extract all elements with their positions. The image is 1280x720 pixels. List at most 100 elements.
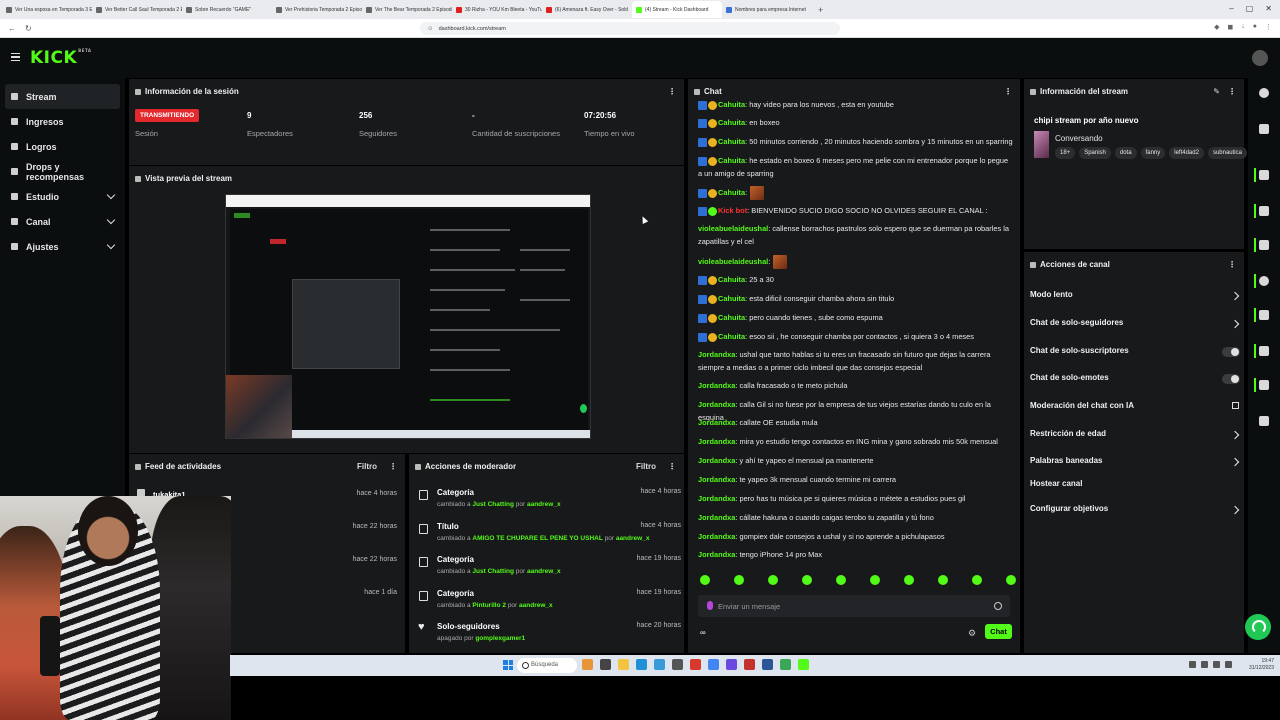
support-chat-button[interactable] <box>1245 614 1271 640</box>
sidebar-item-stream[interactable]: Stream <box>5 84 120 109</box>
chat-message-list[interactable]: Cahuita: hay video para los nuevos , est… <box>698 99 1014 559</box>
download-icon[interactable]: ↓ <box>1241 23 1245 31</box>
app-icon[interactable] <box>744 659 755 670</box>
broadcast-icon[interactable] <box>1259 310 1269 320</box>
more-options-icon[interactable]: ⋮ <box>1228 260 1236 269</box>
chat-message[interactable]: Cahuita: hay video para los nuevos , est… <box>698 99 1014 112</box>
chat-username[interactable]: Jordandxa <box>698 532 735 541</box>
chat-message[interactable]: Cahuita: 25 a 30 <box>698 274 1014 287</box>
mod-filter-button[interactable]: Filtro <box>636 462 656 471</box>
user-avatar[interactable] <box>1252 50 1268 66</box>
info-icon[interactable] <box>1259 88 1269 98</box>
crosshair-icon[interactable] <box>1259 170 1269 180</box>
app-icon[interactable] <box>690 659 701 670</box>
chat-message[interactable]: Cahuita: pero cuando tienes , sube como … <box>698 312 1014 325</box>
browser-tab[interactable]: Ver Prehistoria Temporada 2 Episodio <box>272 1 362 18</box>
chat-message[interactable]: Cahuita: en boxeo <box>698 117 1014 130</box>
emote-icon[interactable] <box>768 575 778 585</box>
chat-message[interactable]: violeabuelaideushal: callense borrachos … <box>698 223 1014 248</box>
lightning-icon[interactable] <box>1259 206 1269 216</box>
more-options-icon[interactable]: ⋮ <box>1228 87 1236 96</box>
chat-message[interactable]: Jordandxa: mira yo estudio tengo contact… <box>698 436 1014 449</box>
toggle-switch[interactable] <box>1222 374 1240 384</box>
browser-tab[interactable]: (6) Amenaza ft. Easy Over - Sold <box>542 1 632 18</box>
chat-message[interactable]: Kick bot: BIENVENIDO SUCIO DIGO SOCIO NO… <box>698 205 1014 218</box>
app-icon[interactable] <box>582 659 593 670</box>
chat-username[interactable]: Cahuita <box>718 188 745 197</box>
app-icon[interactable] <box>762 659 773 670</box>
puzzle-icon[interactable] <box>1259 416 1269 426</box>
pencil-icon[interactable] <box>1259 124 1269 134</box>
refresh-icon[interactable]: ↻ <box>25 24 32 33</box>
extension-icon[interactable]: ◼ <box>1227 23 1233 31</box>
browser-tab[interactable]: Nombres para empresa Internet <box>722 1 812 18</box>
volume-icon[interactable] <box>1213 661 1220 668</box>
chat-message[interactable]: Jordandxa: y ahí te yapeo el mensual pa … <box>698 455 1014 468</box>
chat-username[interactable]: Jordandxa <box>698 494 735 503</box>
profile-icon[interactable]: ● <box>1253 23 1257 31</box>
mod-action-item[interactable]: Título cambiado a AMIGO TE CHUPARE EL PEN… <box>419 520 681 553</box>
app-icon[interactable] <box>600 659 611 670</box>
emote-icon[interactable] <box>1006 575 1016 585</box>
browser-tab[interactable]: Sobre Recuerdo "GAME" <box>182 1 272 18</box>
chat-username[interactable]: Cahuita <box>718 275 745 284</box>
chat-message[interactable]: Jordandxa: pero has tu música pe si quie… <box>698 493 1014 506</box>
battery-icon[interactable] <box>1225 661 1232 668</box>
channel-action-item[interactable]: Modo lento <box>1030 290 1240 306</box>
more-options-icon[interactable]: ⋮ <box>389 462 397 471</box>
chat-username[interactable]: Cahuita <box>718 137 745 146</box>
emote-icon[interactable] <box>972 575 982 585</box>
chat-username[interactable]: Jordandxa <box>698 475 735 484</box>
browser-tab[interactable]: Ver Una esposa en Temporada 3 Episodio <box>2 1 92 18</box>
chat-message[interactable]: Cahuita: he estado en boxeo 6 meses pero… <box>698 155 1014 180</box>
stream-preview-video[interactable] <box>225 194 591 439</box>
channel-action-item[interactable]: Chat de solo-suscriptores <box>1030 346 1240 362</box>
browser-tab[interactable]: (4) Stream - Kick Dashboard <box>632 1 722 18</box>
mod-action-user[interactable]: aandrew_x <box>527 501 561 508</box>
channel-action-item[interactable]: Palabras baneadas <box>1030 456 1240 472</box>
chat-username[interactable]: Cahuita <box>718 313 745 322</box>
menu-icon[interactable]: ⋮ <box>1265 23 1272 31</box>
sidebar-item-drops-y-recompensas[interactable]: Drops y recompensas <box>5 159 120 184</box>
chat-message[interactable]: Cahuita: 50 minutos corriendo , 20 minut… <box>698 136 1014 149</box>
emote-icon[interactable] <box>836 575 846 585</box>
chat-username[interactable]: Jordandxa <box>698 456 735 465</box>
microphone-icon[interactable] <box>707 601 713 610</box>
mod-action-user[interactable]: aandrew_x <box>519 602 553 609</box>
channel-action-item[interactable]: Moderación del chat con IA <box>1030 401 1240 417</box>
mod-action-user[interactable]: aandrew_x <box>527 568 561 575</box>
sidebar-item-ajustes[interactable]: Ajustes <box>5 234 120 259</box>
emote-icon[interactable] <box>904 575 914 585</box>
chat-infinity-icon[interactable]: ∞ <box>700 628 706 637</box>
back-icon[interactable]: ← <box>8 24 16 33</box>
mod-action-user[interactable]: aandrew_x <box>616 535 650 542</box>
app-icon[interactable] <box>780 659 791 670</box>
maximize-icon[interactable]: ▢ <box>1246 4 1254 13</box>
channel-action-item[interactable]: Restricción de edad <box>1030 429 1240 445</box>
extension-icon[interactable]: ◆ <box>1214 23 1219 31</box>
chat-message[interactable]: Cahuita: esta dificil conseguir chamba a… <box>698 293 1014 306</box>
chat-username[interactable]: Jordandxa <box>698 400 735 409</box>
chat-message[interactable]: Jordandxa: calla fracasado o te meto pic… <box>698 380 1014 393</box>
mod-action-item[interactable]: Categoría cambiado a Pinturillo 2 por aan… <box>419 587 681 620</box>
wrench-icon[interactable] <box>1259 380 1269 390</box>
stream-tag[interactable]: left4dad2 <box>1169 147 1204 159</box>
chat-username[interactable]: Jordandxa <box>698 550 735 559</box>
chat-username[interactable]: Kick bot <box>718 206 747 215</box>
chat-message[interactable]: violeabuelaideushal: <box>698 255 1014 269</box>
chat-message[interactable]: Jordandxa: cállate hakuna o cuando caiga… <box>698 512 1014 525</box>
chat-username[interactable]: Jordandxa <box>698 418 735 427</box>
emote-icon[interactable] <box>700 575 710 585</box>
hamburger-menu-icon[interactable] <box>11 53 20 61</box>
more-options-icon[interactable]: ⋮ <box>668 462 676 471</box>
url-field[interactable]: ⊙ dashboard.kick.com/stream <box>420 22 840 35</box>
taskbar-search[interactable]: Búsqueda <box>517 658 577 673</box>
chat-message[interactable]: Cahuita: <box>698 186 1014 200</box>
chat-message[interactable]: Jordandxa: ushal que tanto hablas si tu … <box>698 349 1014 374</box>
sidebar-item-logros[interactable]: Logros <box>5 134 120 159</box>
chat-username[interactable]: Cahuita <box>718 332 745 341</box>
chat-username[interactable]: violeabuelaideushal <box>698 224 768 233</box>
sidebar-item-ingresos[interactable]: Ingresos <box>5 109 120 134</box>
emote-icon[interactable] <box>734 575 744 585</box>
more-options-icon[interactable]: ⋮ <box>668 87 676 96</box>
